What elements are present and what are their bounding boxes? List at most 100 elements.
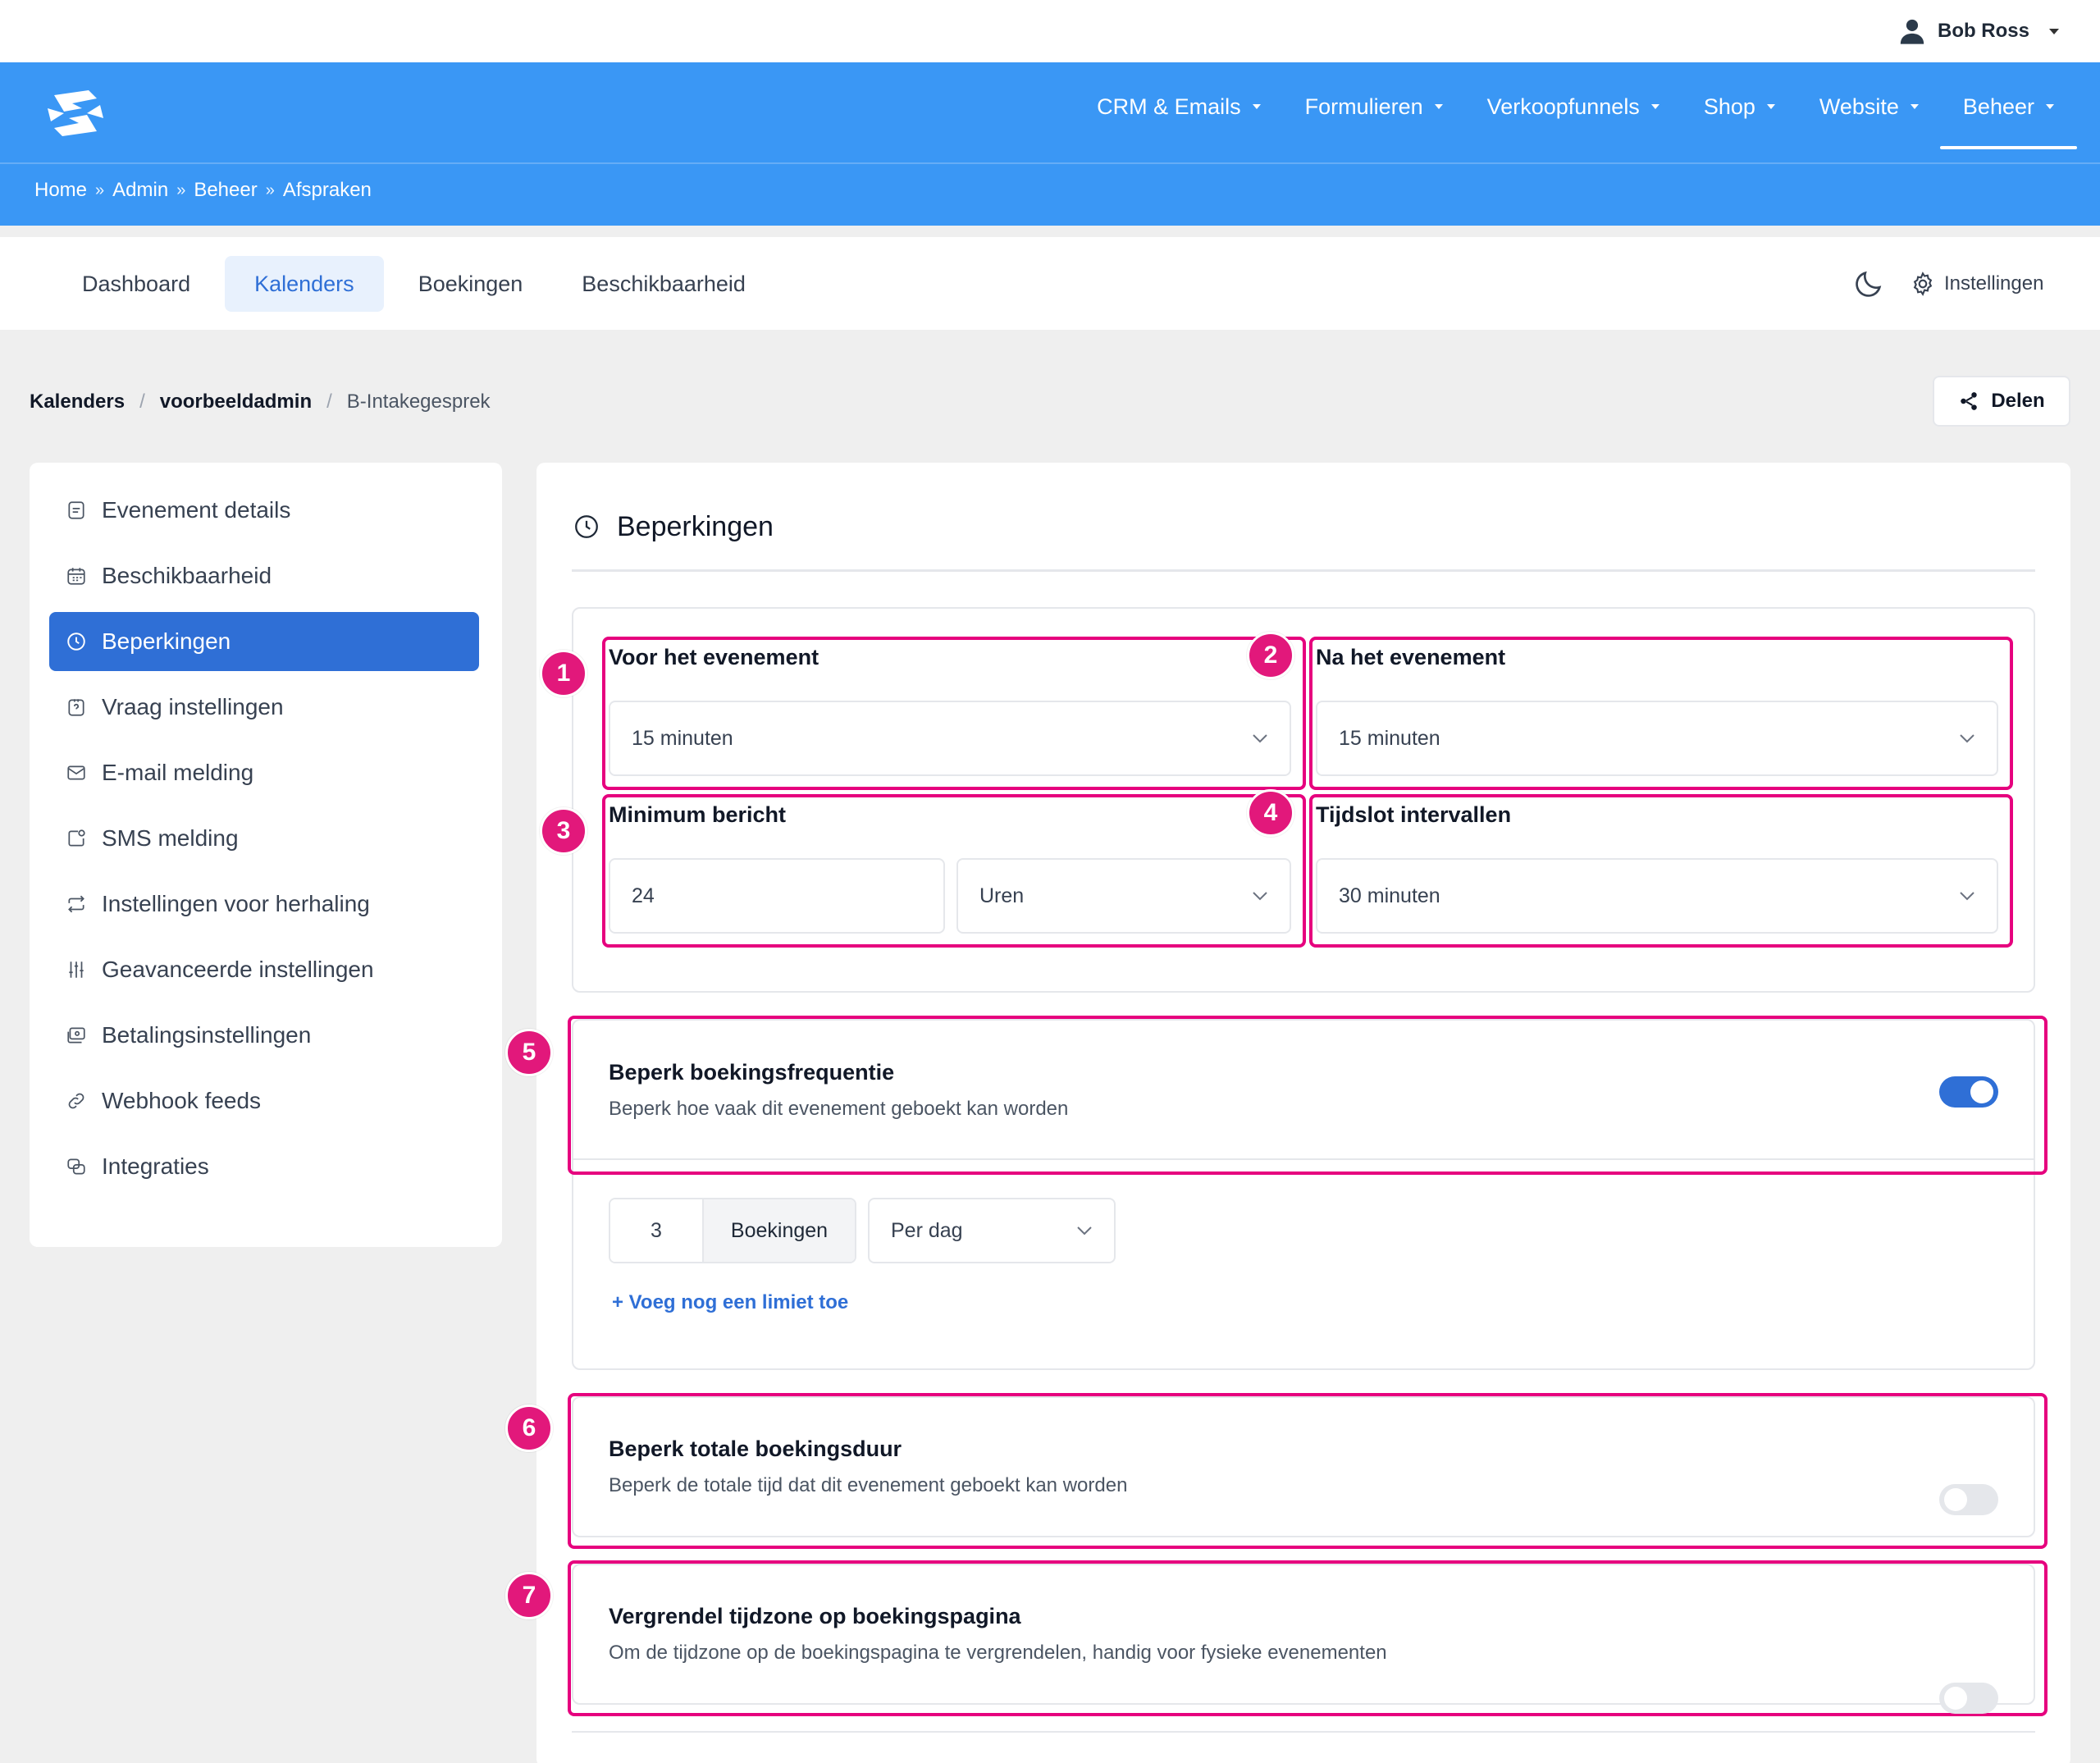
- nav-label: Verkoopfunnels: [1486, 94, 1640, 119]
- nav-beheer[interactable]: Beheer: [1939, 89, 2078, 149]
- share-button[interactable]: Delen: [1933, 376, 2070, 427]
- user-menu[interactable]: Bob Ross: [1898, 15, 2059, 48]
- frequency-subtitle: Beperk hoe vaak dit evenement geboekt ka…: [609, 1098, 1069, 1120]
- select-value: Per dag: [891, 1218, 963, 1242]
- breadcrumb-afspraken[interactable]: Afspraken: [283, 179, 372, 202]
- tabs: Dashboard Kalenders Boekingen Beschikbaa…: [57, 256, 780, 312]
- nav-shop[interactable]: Shop: [1704, 89, 1775, 125]
- booking-count-group: 3 Boekingen: [609, 1198, 856, 1263]
- logo-icon[interactable]: [39, 87, 112, 139]
- crumb-current: B-Intakegesprek: [346, 391, 491, 413]
- settings-label: Instellingen: [1944, 272, 2044, 295]
- caret-down-icon: [1252, 104, 1261, 109]
- caret-down-icon: [1650, 104, 1659, 109]
- select-value: 15 minuten: [632, 726, 733, 750]
- caret-down-icon: [1910, 104, 1919, 109]
- sidebar-item-label: Beschikbaarheid: [102, 563, 272, 588]
- breadcrumb: Home » Admin » Beheer » Afspraken: [34, 176, 372, 204]
- nav-crm-emails[interactable]: CRM & Emails: [1097, 89, 1261, 125]
- gear-icon: [1913, 272, 1933, 296]
- user-icon: [1900, 19, 1924, 44]
- toggle-knob: [1970, 1080, 1993, 1103]
- before-event-select[interactable]: 15 minuten: [609, 701, 1291, 776]
- frequency-title: Beperk boekingsfrequentie: [609, 1060, 895, 1085]
- repeat-icon: [68, 895, 84, 913]
- settings-sidebar: Evenement details Beschikbaarheid Beperk…: [30, 463, 502, 1247]
- sidebar-item-email-melding[interactable]: E-mail melding: [49, 743, 479, 802]
- bottom-divider: [572, 1731, 2035, 1733]
- sidebar-item-webhook-feeds[interactable]: Webhook feeds: [49, 1071, 479, 1130]
- nav-formulieren[interactable]: Formulieren: [1305, 89, 1443, 125]
- calendar-icon: [67, 568, 85, 585]
- sidebar-item-geavanceerd[interactable]: Geavanceerde instellingen: [49, 940, 479, 999]
- sidebar-item-vraag-instellingen[interactable]: Vraag instellingen: [49, 678, 479, 737]
- breadcrumb-beheer[interactable]: Beheer: [194, 179, 257, 202]
- document-icon: [68, 501, 84, 519]
- top-navigation: CRM & Emails Formulieren Verkoopfunnels …: [1052, 89, 2078, 149]
- annotation-badge: 2: [1247, 632, 1294, 679]
- sidebar-item-label: Vraag instellingen: [102, 694, 284, 719]
- sidebar-item-betalingsinstellingen[interactable]: Betalingsinstellingen: [49, 1006, 479, 1065]
- sidebar-item-integraties[interactable]: Integraties: [49, 1137, 479, 1196]
- chevron-down-icon: [1077, 1226, 1092, 1235]
- clock-icon: [67, 633, 85, 651]
- add-limit-link[interactable]: + Voeg nog een limiet toe: [612, 1291, 848, 1314]
- annotation-badge: 3: [540, 807, 587, 855]
- duration-toggle[interactable]: [1939, 1484, 1998, 1515]
- annotation-frame: [568, 1016, 2048, 1175]
- after-event-label: Na het evenement: [1316, 645, 1506, 669]
- sidebar-item-label: E-mail melding: [102, 760, 254, 785]
- annotation-badge: 6: [505, 1404, 553, 1452]
- user-name: Bob Ross: [1937, 20, 2029, 42]
- page-title: Beperkingen: [617, 510, 774, 542]
- before-event-label: Voor het evenement: [609, 645, 819, 669]
- chevron-down-icon: [1253, 892, 1267, 901]
- link-icon: [68, 1093, 84, 1109]
- select-value: 30 minuten: [1339, 884, 1440, 907]
- tab-kalenders[interactable]: Kalenders: [225, 256, 384, 312]
- minimum-notice-input[interactable]: 24: [609, 858, 945, 934]
- dark-mode-icon[interactable]: [1852, 267, 1885, 300]
- sliders-icon: [69, 961, 84, 978]
- settings-button[interactable]: Instellingen: [1910, 267, 2043, 300]
- input-value: 24: [632, 884, 655, 907]
- mail-icon: [67, 765, 85, 780]
- booking-count-unit: Boekingen: [702, 1199, 855, 1262]
- annotation-frame: [568, 1393, 2048, 1549]
- tab-dashboard[interactable]: Dashboard: [57, 256, 215, 312]
- nav-verkoopfunnels[interactable]: Verkoopfunnels: [1487, 89, 1659, 125]
- nav-label: Website: [1819, 94, 1899, 119]
- chevron-down-icon: [1960, 892, 1974, 901]
- sidebar-item-sms-melding[interactable]: SMS melding: [49, 809, 479, 868]
- sms-icon: [68, 829, 85, 847]
- timezone-subtitle: Om de tijdzone op de boekingspagina te v…: [609, 1642, 1387, 1664]
- sidebar-item-herhaling[interactable]: Instellingen voor herhaling: [49, 875, 479, 934]
- annotation-badge: 1: [540, 650, 587, 697]
- sidebar-item-evenement-details[interactable]: Evenement details: [49, 481, 479, 540]
- tab-boekingen[interactable]: Boekingen: [394, 256, 548, 312]
- crumb-owner[interactable]: voorbeeldadmin: [160, 391, 312, 413]
- crumb-kalenders[interactable]: Kalenders: [30, 391, 125, 413]
- sidebar-item-beperkingen[interactable]: Beperkingen: [49, 612, 479, 671]
- breadcrumb-home[interactable]: Home: [34, 179, 87, 202]
- timezone-toggle[interactable]: [1939, 1683, 1998, 1714]
- after-event-select[interactable]: 15 minuten: [1316, 701, 1998, 776]
- user-bar: [0, 0, 2100, 62]
- nav-website[interactable]: Website: [1819, 89, 1919, 125]
- timeslot-interval-select[interactable]: 30 minuten: [1316, 858, 1998, 934]
- toggle-knob: [1944, 1687, 1967, 1710]
- nav-label: Formulieren: [1304, 94, 1423, 119]
- booking-count-input[interactable]: 3: [610, 1199, 702, 1262]
- tab-beschikbaarheid[interactable]: Beschikbaarheid: [557, 256, 770, 312]
- caret-down-icon: [2046, 104, 2054, 109]
- frequency-toggle[interactable]: [1939, 1076, 1998, 1108]
- minimum-notice-label: Minimum bericht: [609, 802, 787, 827]
- caret-down-icon: [1434, 104, 1443, 109]
- frequency-period-select[interactable]: Per dag: [868, 1198, 1116, 1263]
- select-value: 15 minuten: [1339, 726, 1440, 750]
- annotation-frame: [568, 1560, 2048, 1716]
- annotation-badge: 4: [1247, 789, 1294, 837]
- minimum-notice-unit-select[interactable]: Uren: [956, 858, 1291, 934]
- breadcrumb-admin[interactable]: Admin: [112, 179, 168, 202]
- sidebar-item-beschikbaarheid[interactable]: Beschikbaarheid: [49, 546, 479, 605]
